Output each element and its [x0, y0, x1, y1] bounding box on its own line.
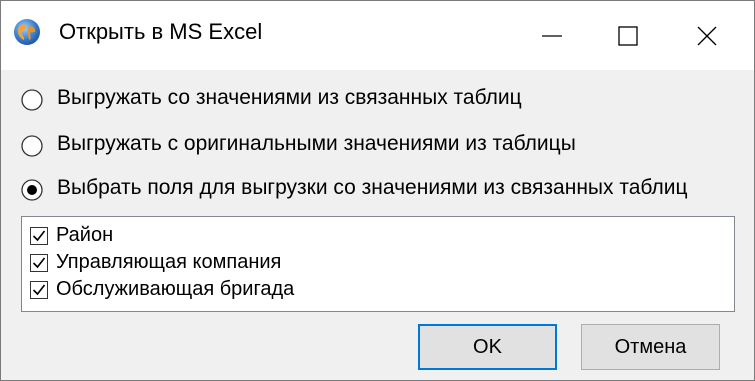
field-checklist[interactable]: Район Управляющая компания Обслуживающая…	[21, 216, 735, 312]
radio-option-linked-values[interactable]: Выгружать со значениями из связанных таб…	[21, 85, 741, 115]
minimize-button[interactable]	[522, 1, 580, 70]
field-label: Район	[56, 224, 114, 246]
field-label: Обслуживающая бригада	[56, 278, 295, 300]
close-button[interactable]	[677, 1, 735, 70]
title-bar[interactable]: Открыть в MS Excel	[1, 1, 754, 70]
field-item[interactable]: Обслуживающая бригада	[28, 278, 718, 304]
checkbox-checked[interactable]	[30, 281, 48, 299]
radio-label: Выбрать поля для выгрузки со значениями …	[57, 176, 688, 199]
window-title: Открыть в MS Excel	[59, 19, 263, 44]
maximize-button[interactable]	[598, 1, 656, 70]
radio-button[interactable]	[21, 89, 43, 111]
dialog-window: Открыть в MS Excel Выгружать со значения…	[0, 0, 755, 381]
field-item[interactable]: Управляющая компания	[28, 251, 718, 277]
checkbox-checked[interactable]	[30, 227, 48, 245]
field-item[interactable]: Район	[28, 224, 718, 250]
radio-option-select-fields[interactable]: Выбрать поля для выгрузки со значениями …	[21, 175, 741, 205]
field-label: Управляющая компания	[56, 251, 282, 273]
cancel-button[interactable]: Отмена	[581, 324, 720, 370]
ok-button[interactable]: OK	[418, 324, 557, 370]
checkbox-checked[interactable]	[30, 254, 48, 272]
radio-label: Выгружать с оригинальными значениями из …	[57, 132, 576, 155]
radio-option-original-values[interactable]: Выгружать с оригинальными значениями из …	[21, 131, 741, 161]
radio-button[interactable]	[21, 135, 43, 157]
radio-label: Выгружать со значениями из связанных таб…	[57, 86, 522, 109]
globe-icon	[13, 18, 41, 46]
radio-button-selected[interactable]	[21, 179, 43, 201]
